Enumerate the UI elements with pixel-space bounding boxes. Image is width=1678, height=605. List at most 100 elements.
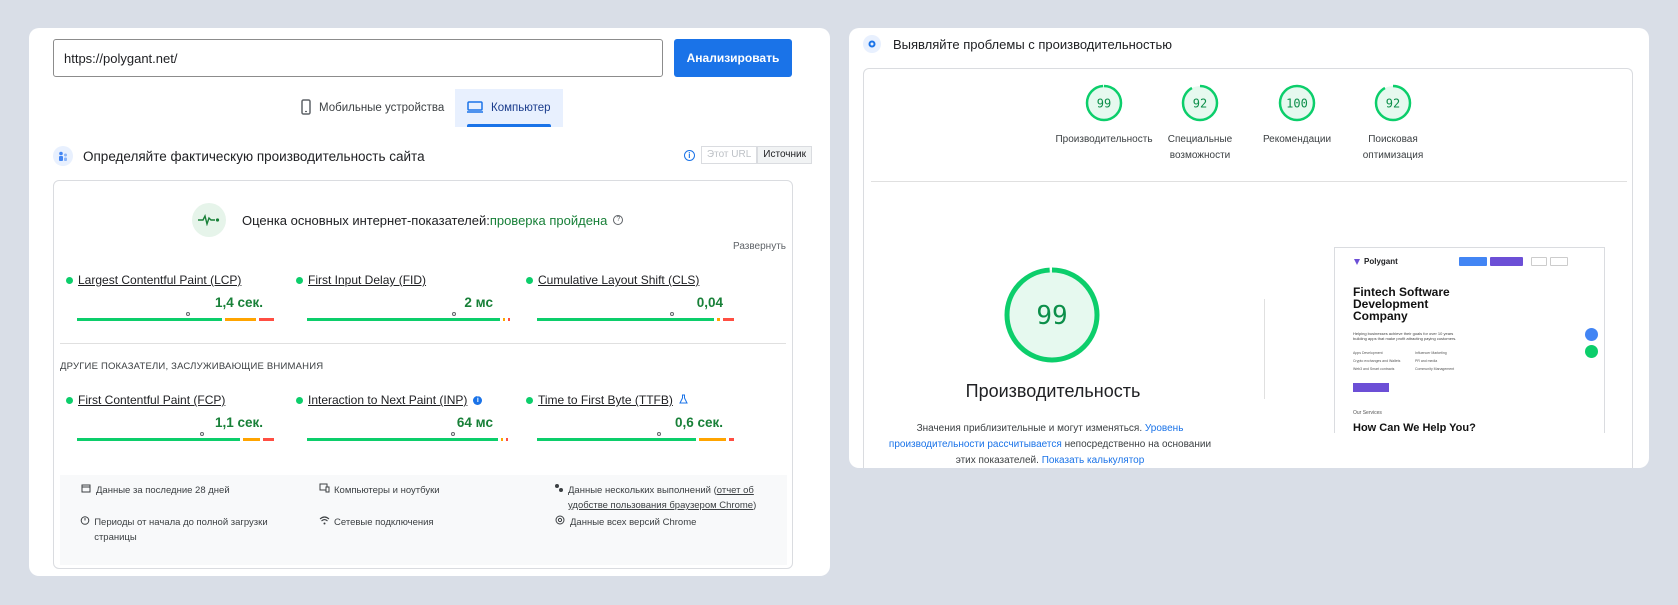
score-best-practices[interactable]: 100 Рекомендации — [1247, 83, 1347, 148]
distribution-bar — [537, 432, 737, 441]
preview-list: Influencer Marketing PR and media Commun… — [1415, 349, 1454, 373]
bar-segment-poor — [259, 318, 274, 321]
score-label: Рекомендации — [1262, 134, 1332, 145]
score-performance[interactable]: 99 Производительность — [1054, 83, 1154, 148]
source-option-origin[interactable]: Источник — [757, 146, 812, 164]
status-dot — [526, 396, 533, 404]
metric-name[interactable]: Cumulative Layout Shift (CLS) — [538, 273, 699, 287]
whatsapp-icon — [1585, 345, 1598, 358]
preview-brand: Polygant — [1364, 257, 1398, 266]
info-text: Компьютеры и ноутбуки — [334, 485, 440, 496]
metric-value: 2 мс — [464, 295, 493, 310]
info-text: Сетевые подключения — [334, 517, 434, 528]
divider — [871, 181, 1627, 182]
metric-name[interactable]: Interaction to Next Paint (INP) — [308, 393, 467, 407]
score-gauge: 99 — [1085, 84, 1123, 122]
url-input[interactable] — [53, 39, 663, 77]
bar-segment-poor — [263, 438, 274, 441]
preview-button — [1459, 257, 1487, 266]
field-data-card: Анализировать Мобильные устройства Компь… — [29, 28, 830, 576]
bar-segment-poor — [729, 438, 734, 441]
phone-icon — [301, 98, 311, 118]
status-dot — [66, 276, 73, 284]
metric-cls: Cumulative Layout Shift (CLS) 0,04 — [526, 273, 751, 328]
metric-fcp: First Contentful Paint (FCP) 1,1 сек. — [66, 393, 291, 448]
info-chrome: Данные всех версий Chrome — [554, 515, 696, 530]
bar-segment-ni — [717, 318, 720, 321]
bar-segment-good — [77, 318, 222, 321]
lab-data-card: Выявляйте проблемы с производительностью… — [849, 28, 1649, 468]
performance-description: Значения приблизительные и могут изменят… — [886, 421, 1214, 469]
lab-panel: 99 Производительность 92 Специальные возм… — [863, 68, 1633, 468]
show-calculator-link[interactable]: Показать калькулятор — [1042, 455, 1145, 466]
bar-segment-good — [307, 318, 500, 321]
vertical-divider — [1264, 299, 1265, 399]
distribution-bar — [307, 312, 510, 321]
chrome-icon — [554, 515, 566, 530]
distribution-bar — [77, 312, 277, 321]
status-dot — [296, 396, 303, 404]
assessment-result: проверка пройдена — [489, 212, 608, 228]
bar-segment-ni — [243, 438, 260, 441]
source-option-url[interactable]: Этот URL — [700, 146, 758, 164]
metric-name[interactable]: First Contentful Paint (FCP) — [78, 393, 225, 407]
info-icon[interactable]: i — [683, 149, 695, 161]
preview-list-item: Web3 and Smart contracts — [1353, 367, 1395, 371]
people-icon — [53, 146, 73, 166]
info-period: Данные за последние 28 дней — [80, 483, 230, 498]
gauge-value: 92 — [1193, 97, 1207, 111]
performance-title: Производительность — [965, 381, 1141, 401]
preview-list-item: Influencer Marketing — [1415, 351, 1447, 355]
preview-cta — [1353, 383, 1389, 392]
info-icon[interactable]: i — [473, 395, 483, 405]
score-label: оптимизация — [1362, 150, 1424, 161]
lab-section-header: Выявляйте проблемы с производительностью — [863, 35, 1172, 53]
gauge-value: 100 — [1286, 97, 1308, 111]
analyze-button[interactable]: Анализировать — [674, 39, 792, 77]
preview-list-item: Apps Development — [1353, 351, 1383, 355]
preview-services: Our Services — [1353, 410, 1382, 416]
bar-marker — [450, 432, 455, 436]
preview-help-title: How Can We Help You? — [1353, 422, 1476, 433]
score-accessibility[interactable]: 92 Специальные возможности — [1150, 83, 1250, 164]
flask-icon[interactable] — [679, 393, 688, 407]
distribution-bar — [77, 432, 277, 441]
score-label: Специальные — [1167, 134, 1233, 145]
info-text: Данные за последние 28 дней — [96, 485, 230, 496]
tab-desktop[interactable]: Компьютер — [455, 89, 563, 127]
bar-marker — [199, 432, 204, 436]
big-score-value: 99 — [1036, 301, 1067, 331]
runs-icon — [554, 483, 564, 498]
bar-segment-good — [537, 438, 696, 441]
info-duration: Периоды от начала до полной загрузки стр… — [80, 515, 280, 545]
device-tabs: Мобильные устройства Компьютер — [29, 89, 830, 127]
pulse-icon — [192, 203, 226, 237]
timer-icon — [80, 515, 90, 530]
metric-name[interactable]: First Input Delay (FID) — [308, 273, 426, 287]
preview-subtitle: Helping businesses achieve their goals f… — [1353, 331, 1457, 341]
info-network: Сетевые подключения — [318, 515, 434, 530]
status-dot — [526, 276, 533, 284]
metric-value: 64 мс — [456, 415, 493, 430]
expand-link[interactable]: Развернуть — [733, 241, 786, 252]
page-screenshot-preview: Polygant Fintech Software Development Co… — [1334, 247, 1605, 433]
other-metrics-title: ДРУГИЕ ПОКАЗАТЕЛИ, ЗАСЛУЖИВАЮЩИЕ ВНИМАНИ… — [60, 361, 324, 372]
preview-button — [1550, 257, 1568, 266]
tab-mobile[interactable]: Мобильные устройства — [289, 89, 456, 127]
tab-desktop-label: Компьютер — [491, 102, 551, 114]
preview-button — [1490, 257, 1523, 266]
score-seo[interactable]: 92 Поисковая оптимизация — [1343, 83, 1443, 164]
metric-value: 1,1 сек. — [214, 415, 263, 430]
metric-fid: First Input Delay (FID) 2 мс — [296, 273, 521, 328]
info-text: Периоды от начала до полной загрузки стр… — [94, 517, 268, 543]
metric-name[interactable]: Time to First Byte (TTFB) — [538, 393, 673, 407]
divider — [60, 343, 786, 344]
info-text: ) — [753, 500, 757, 511]
lab-section-title: Выявляйте проблемы с производительностью — [893, 36, 1173, 52]
help-icon[interactable]: ? — [613, 215, 624, 225]
metric-name[interactable]: Largest Contentful Paint (LCP) — [78, 273, 241, 287]
active-tab-indicator — [467, 124, 551, 127]
metric-value: 0,6 сек. — [674, 415, 723, 430]
bar-segment-good — [537, 318, 714, 321]
score-gauge: 100 — [1278, 84, 1316, 122]
